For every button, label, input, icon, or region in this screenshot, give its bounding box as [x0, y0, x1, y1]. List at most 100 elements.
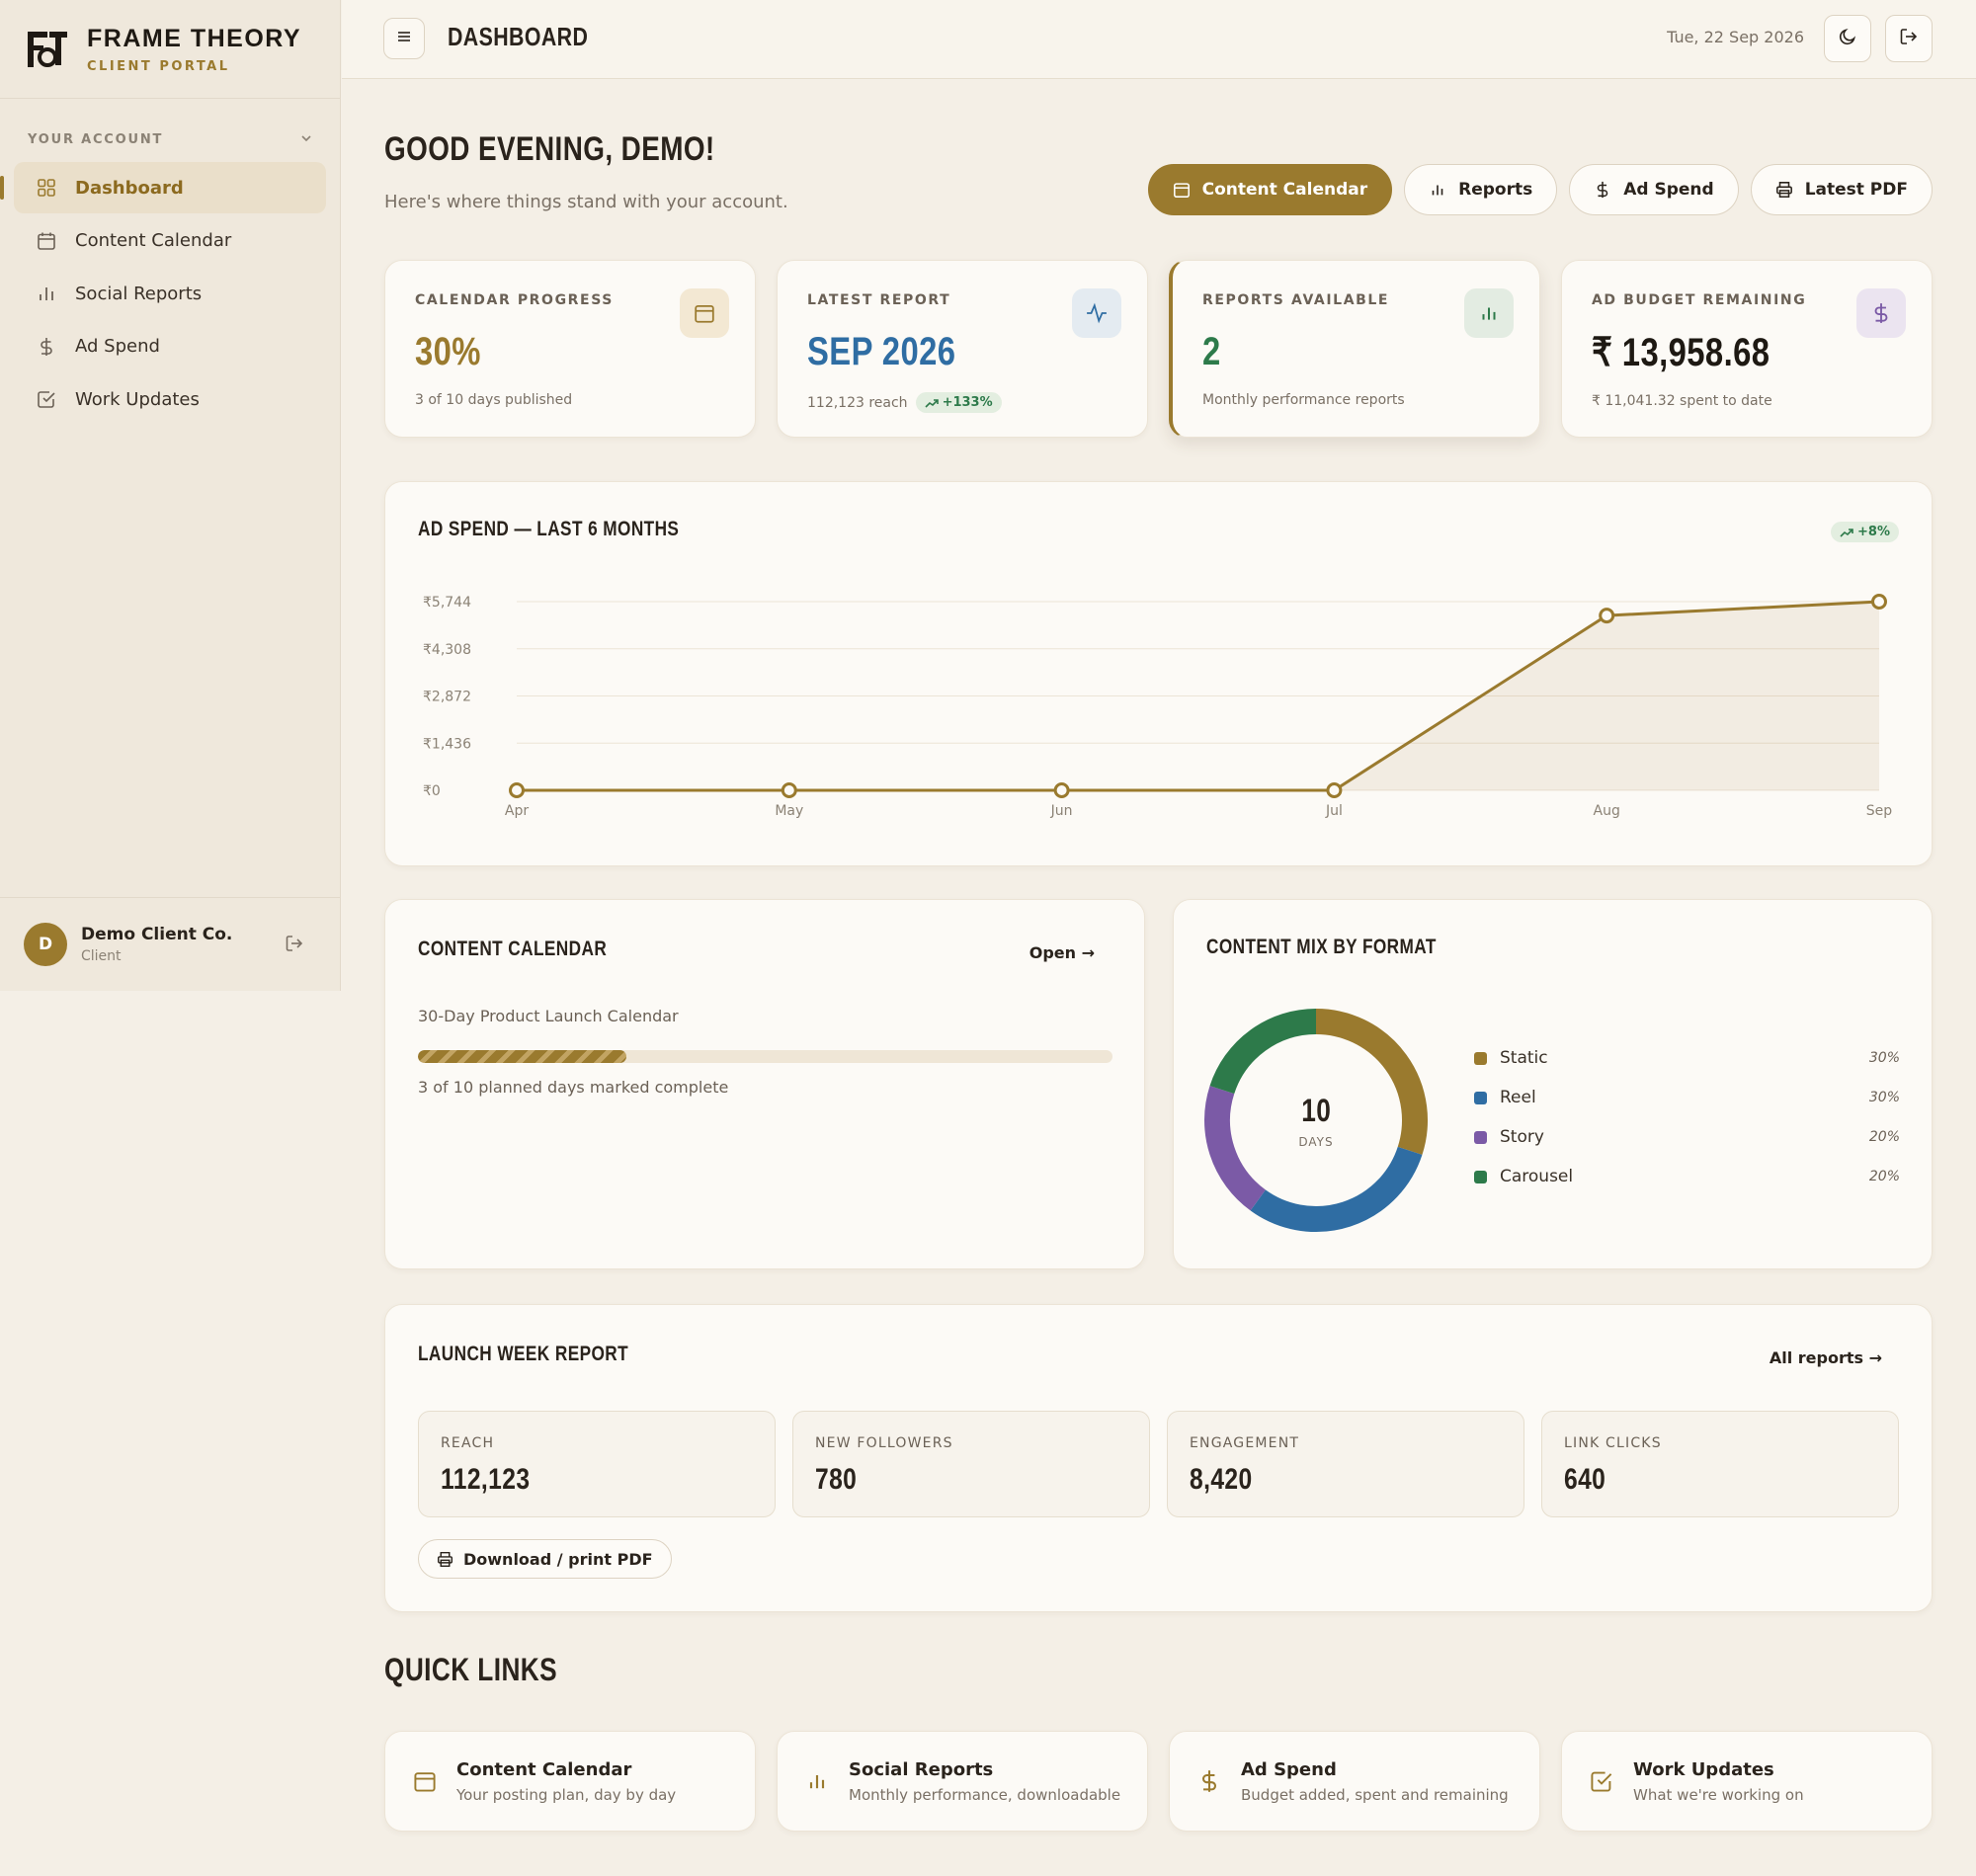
all-reports-link[interactable]: All reports →: [1770, 1348, 1882, 1367]
quick-link-name: Social Reports: [849, 1758, 994, 1780]
content-mix-title: CONTENT MIX BY FORMAT: [1206, 936, 1437, 958]
sidebar-item-label: Work Updates: [75, 388, 200, 410]
sidebar-item-ad-spend[interactable]: Ad Spend: [14, 321, 326, 372]
trending-up-icon: [924, 398, 939, 408]
y-tick-label: ₹1,436: [423, 736, 471, 752]
donut-center-value: 10: [1300, 1092, 1332, 1128]
quick-link-ad-spend[interactable]: Ad Spend Budget added, spent and remaini…: [1169, 1731, 1540, 1832]
calendar-progress-fill: [418, 1050, 626, 1063]
legend-percent: 20%: [1868, 1169, 1900, 1184]
legend-swatch: [1474, 1170, 1487, 1183]
donut-center-label: DAYS: [1298, 1134, 1334, 1149]
quick-link-name: Ad Spend: [1241, 1758, 1337, 1780]
calendar-icon: [680, 288, 729, 338]
quick-link-work-updates[interactable]: Work Updates What we're working on: [1561, 1731, 1933, 1832]
theme-toggle-button[interactable]: [1824, 15, 1871, 62]
legend-item-story: Story 20%: [1474, 1122, 1900, 1152]
avatar[interactable]: D: [24, 923, 67, 966]
user-profile: D Demo Client Co. Client: [0, 897, 340, 991]
ad-spend-button[interactable]: Ad Spend: [1569, 164, 1739, 215]
brand[interactable]: FRAME THEORY CLIENT PORTAL: [0, 0, 340, 99]
legend-label: Reel: [1500, 1088, 1536, 1107]
menu-toggle-button[interactable]: [383, 18, 425, 59]
launch-week-report-card: LAUNCH WEEK REPORT All reports → REACH 1…: [384, 1304, 1933, 1612]
quick-link-name: Content Calendar: [456, 1758, 632, 1780]
legend-swatch: [1474, 1051, 1487, 1065]
metric-label: ENGAGEMENT: [1190, 1435, 1300, 1451]
sidebar-nav: Dashboard Content Calendar Social Report…: [0, 162, 326, 427]
account-section-toggle[interactable]: YOUR ACCOUNT: [28, 132, 312, 148]
metric-value: 112,123: [441, 1463, 531, 1496]
top-bar: DASHBOARD Tue, 22 Sep 2026: [342, 0, 1976, 79]
sidebar-item-work-updates[interactable]: Work Updates: [14, 373, 326, 425]
quick-link-desc: Budget added, spent and remaining: [1241, 1785, 1509, 1804]
download-pdf-label: Download / print PDF: [463, 1549, 653, 1569]
brand-subtitle: CLIENT PORTAL: [87, 58, 230, 74]
sidebar-item-dashboard[interactable]: Dashboard: [0, 162, 326, 213]
metric-label: REACH: [441, 1435, 495, 1451]
calendar-progress-bar: [418, 1050, 1112, 1063]
latest-pdf-button[interactable]: Latest PDF: [1750, 164, 1933, 215]
metric-value: 780: [815, 1463, 858, 1496]
x-tick-label: Sep: [1866, 803, 1893, 819]
x-tick-label: May: [775, 803, 803, 819]
sidebar-item-social-reports[interactable]: Social Reports: [14, 268, 326, 319]
calendar-icon: [36, 230, 57, 252]
metric-link-clicks: LINK CLICKS 640: [1541, 1411, 1899, 1517]
calendar-icon: [1173, 181, 1191, 199]
stat-sub: ₹ 11,041.32 spent to date: [1592, 393, 1772, 409]
growth-badge-value: +133%: [942, 395, 993, 410]
data-point: [509, 782, 525, 798]
quick-link-content-calendar[interactable]: Content Calendar Your posting plan, day …: [384, 1731, 756, 1832]
growth-badge: +133%: [915, 392, 1002, 413]
legend-item-carousel: Carousel 20%: [1474, 1162, 1900, 1191]
bar-chart-icon: [1464, 288, 1514, 338]
reports-button[interactable]: Reports: [1404, 164, 1558, 215]
content-calendar-card: CONTENT CALENDAR Open → 30-Day Product L…: [384, 899, 1145, 1269]
content-calendar-title: CONTENT CALENDAR: [418, 938, 608, 960]
data-point: [1599, 608, 1615, 624]
quick-link-social-reports[interactable]: Social Reports Monthly performance, down…: [777, 1731, 1148, 1832]
stat-card-latest-report[interactable]: LATEST REPORT SEP 2026 112,123 reach +13…: [777, 260, 1148, 438]
download-pdf-button[interactable]: Download / print PDF: [418, 1539, 672, 1579]
logout-button[interactable]: [1885, 15, 1933, 62]
x-tick-label: Aug: [1594, 803, 1620, 819]
legend-percent: 30%: [1868, 1050, 1900, 1066]
report-title: LAUNCH WEEK REPORT: [418, 1343, 629, 1365]
dollar-icon: [1594, 181, 1611, 199]
stat-label: AD BUDGET REMAINING: [1592, 292, 1807, 308]
y-tick-label: ₹5,744: [423, 595, 471, 611]
stat-card-ad-budget-remaining[interactable]: AD BUDGET REMAINING ₹ 13,958.68 ₹ 11,041…: [1561, 260, 1933, 438]
metric-label: NEW FOLLOWERS: [815, 1435, 953, 1451]
metric-value: 640: [1564, 1463, 1606, 1496]
legend-label: Static: [1500, 1048, 1548, 1068]
stat-card-reports-available[interactable]: REPORTS AVAILABLE 2 Monthly performance …: [1169, 260, 1540, 438]
legend-label: Story: [1500, 1127, 1544, 1147]
logout-icon[interactable]: [285, 934, 304, 957]
calendar-plan-name: 30-Day Product Launch Calendar: [418, 1007, 679, 1025]
chevron-down-icon: [300, 132, 312, 148]
brand-name: FRAME THEORY: [87, 24, 302, 52]
stat-sub: Monthly performance reports: [1202, 392, 1405, 408]
quick-links-title: QUICK LINKS: [384, 1652, 558, 1687]
open-calendar-link[interactable]: Open →: [1029, 943, 1095, 962]
content-calendar-button[interactable]: Content Calendar: [1147, 164, 1393, 215]
stat-card-calendar-progress[interactable]: CALENDAR PROGRESS 30% 3 of 10 days publi…: [384, 260, 756, 438]
y-tick-label: ₹4,308: [423, 642, 471, 658]
quick-link-desc: What we're working on: [1633, 1785, 1804, 1804]
quick-action-bar: Content Calendar Reports Ad Spend Latest…: [1147, 164, 1933, 215]
x-tick-label: Apr: [505, 803, 529, 819]
legend-item-reel: Reel 30%: [1474, 1083, 1900, 1112]
stat-sub: 112,123 reach: [807, 394, 908, 411]
x-tick-label: Jun: [1050, 803, 1073, 819]
bar-chart-icon: [36, 283, 57, 304]
grid-icon: [36, 177, 57, 199]
calendar-progress-text: 3 of 10 planned days marked complete: [418, 1078, 729, 1097]
sidebar-item-content-calendar[interactable]: Content Calendar: [14, 215, 326, 267]
data-point: [1053, 782, 1070, 798]
y-tick-label: ₹0: [423, 783, 441, 799]
quick-link-desc: Monthly performance, downloadable: [849, 1785, 1121, 1804]
x-tick-label: Jul: [1325, 803, 1343, 819]
printer-icon: [437, 1551, 453, 1568]
metric-value: 8,420: [1190, 1463, 1253, 1496]
